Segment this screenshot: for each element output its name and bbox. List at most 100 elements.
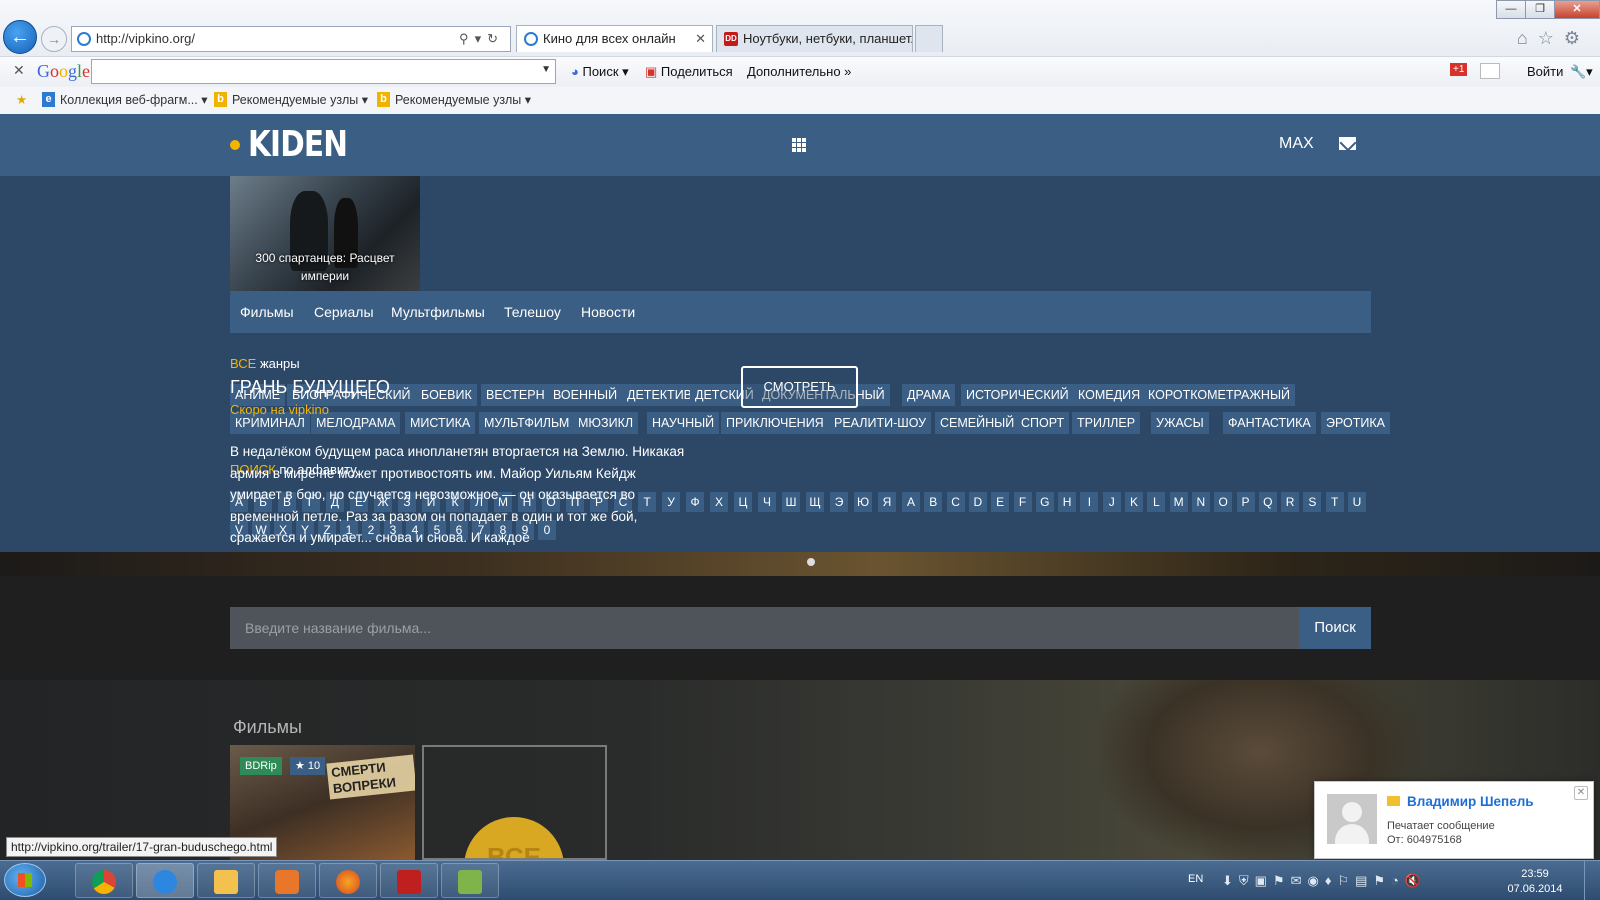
taskbar-chrome[interactable] (75, 863, 133, 898)
alphabet-letter[interactable]: Ч (758, 492, 776, 512)
close-tab-icon[interactable]: ✕ (695, 26, 706, 52)
featured-poster[interactable]: 300 спартанцев: Расцвет империи (230, 176, 420, 291)
film-card-all[interactable]: ВСЕ (422, 745, 607, 860)
taskbar-filezilla[interactable] (380, 863, 438, 898)
alphabet-letter[interactable]: C (946, 492, 965, 512)
favorites-item-suggested-1[interactable]: b Рекомендуемые узлы ▾ (212, 92, 368, 107)
genre-chip[interactable]: МИСТИКА (405, 412, 476, 434)
alphabet-letter[interactable]: J (1102, 492, 1121, 512)
genre-chip[interactable]: РЕАЛИТИ-ШОУ (829, 412, 932, 434)
close-toolbar-icon[interactable]: ✕ (13, 62, 25, 79)
address-bar[interactable]: http://vipkino.org/ ⚲▾↻ (71, 26, 511, 52)
start-button[interactable] (4, 863, 46, 897)
user-name[interactable]: MAX (1279, 135, 1314, 153)
alphabet-letter[interactable]: R (1281, 492, 1300, 512)
alphabet-letter[interactable]: Ю (854, 492, 872, 512)
genres-all-link[interactable]: ВСЕ (230, 356, 256, 371)
alphabet-letter[interactable]: G (1035, 492, 1054, 512)
genre-chip[interactable]: ТРИЛЛЕР (1072, 412, 1141, 434)
alphabet-letter[interactable]: T (1325, 492, 1344, 512)
language-indicator[interactable]: EN (1188, 873, 1203, 885)
watch-button[interactable]: СМОТРЕТЬ (741, 366, 858, 408)
alphabet-letter[interactable]: N (1191, 492, 1210, 512)
gplus-button[interactable]: +1 (1450, 63, 1468, 76)
show-desktop-button[interactable] (1584, 860, 1600, 900)
alphabet-letter[interactable]: B (924, 492, 943, 512)
alphabet-letter[interactable]: Я (878, 492, 896, 512)
maximize-button[interactable]: ❐ (1525, 0, 1555, 19)
close-icon[interactable]: ✕ (1574, 786, 1588, 800)
message-notification[interactable]: Владимир Шепель Печатает сообщение От: 6… (1314, 781, 1594, 859)
genre-chip[interactable]: СЕМЕЙНЫЙ (935, 412, 1020, 434)
slider-dot[interactable] (807, 558, 815, 566)
alphabet-letter[interactable]: O (1214, 492, 1233, 512)
refresh-icon[interactable]: ↻ (487, 31, 504, 46)
tab-second[interactable]: DD Ноутбуки, нетбуки, планшет... (716, 25, 913, 52)
genre-chip[interactable]: КОРОТКОМЕТРАЖНЫЙ (1143, 384, 1295, 406)
signin-button[interactable]: Войти (1527, 64, 1563, 79)
favorites-item-webslice[interactable]: e Коллекция веб-фрагм... ▾ (40, 92, 208, 107)
share-button[interactable]: ▣ Поделиться (645, 64, 733, 80)
alphabet-letter[interactable]: A (902, 492, 920, 512)
search-icon[interactable]: ⚲ (459, 31, 475, 46)
alphabet-letter[interactable]: I (1080, 492, 1099, 512)
forward-button[interactable]: → (41, 26, 67, 52)
alphabet-letter[interactable]: K (1125, 492, 1143, 512)
alphabet-letter[interactable]: Ш (782, 492, 800, 512)
genre-chip[interactable]: ПРИКЛЮЧЕНИЯ (721, 412, 829, 434)
taskbar-media-player[interactable] (258, 863, 316, 898)
new-tab-button[interactable] (915, 25, 943, 52)
taskbar-ie[interactable] (136, 863, 194, 898)
more-button[interactable]: Дополнительно » (747, 64, 851, 79)
alphabet-letter[interactable]: Q (1258, 492, 1277, 512)
genre-chip[interactable]: МУЛЬТФИЛЬМ (479, 412, 575, 434)
alphabet-letter[interactable]: P (1236, 492, 1255, 512)
genre-chip[interactable]: ВОЕННЫЙ (548, 384, 623, 406)
address-tools[interactable]: ⚲▾↻ (459, 27, 504, 51)
taskbar-explorer[interactable] (197, 863, 255, 898)
genre-chip[interactable]: СПОРТ (1016, 412, 1070, 434)
genre-chip[interactable]: ВЕСТЕРН (481, 384, 550, 406)
genre-chip[interactable]: ДЕТЕКТИВ (622, 384, 698, 406)
genre-chip[interactable]: МЮЗИКЛ (573, 412, 639, 434)
minimize-button[interactable]: — (1496, 0, 1526, 19)
tab-active[interactable]: Кино для всех онлайн ✕ (516, 25, 713, 52)
wrench-icon[interactable]: 🔧▾ (1570, 64, 1593, 80)
google-search-input[interactable]: ▼ (91, 59, 556, 84)
alphabet-letter[interactable]: Щ (806, 492, 824, 512)
alphabet-letter[interactable]: M (1169, 492, 1188, 512)
genre-chip[interactable]: ИСТОРИЧЕСКИЙ (961, 384, 1074, 406)
alphabet-letter[interactable]: D (968, 492, 987, 512)
menu-item-films[interactable]: Фильмы (240, 304, 294, 320)
genre-chip[interactable]: КОМЕДИЯ (1073, 384, 1146, 406)
genre-chip[interactable]: ДРАМА (902, 384, 956, 406)
slide-title[interactable]: ГРАНЬ БУДУЩЕГО (230, 377, 390, 398)
alphabet-letter[interactable]: U (1348, 492, 1366, 512)
genre-chip[interactable]: БОЕВИК (416, 384, 477, 406)
taskbar-installer[interactable] (441, 863, 499, 898)
home-icon[interactable]: ⌂ (1517, 28, 1538, 48)
clock[interactable]: 23:59 07.06.2014 (1505, 867, 1565, 897)
google-search-button[interactable]: ◕ Поиск ▾ (571, 64, 629, 80)
menu-item-cartoons[interactable]: Мультфильмы (391, 304, 485, 320)
mail-icon[interactable] (1339, 137, 1356, 150)
close-window-button[interactable]: ✕ (1554, 0, 1600, 19)
alphabet-letter[interactable]: S (1303, 492, 1322, 512)
notification-sender[interactable]: Владимир Шепель (1407, 794, 1534, 809)
alphabet-letter[interactable]: Ф (686, 492, 704, 512)
gplus-toggle[interactable] (1480, 63, 1500, 79)
genre-chip[interactable]: ЭРОТИКА (1321, 412, 1391, 434)
alphabet-letter[interactable]: Х (710, 492, 728, 512)
genre-chip[interactable]: НАУЧНЫЙ (647, 412, 720, 434)
film-search-button[interactable]: Поиск (1299, 607, 1371, 649)
alphabet-letter[interactable]: Ц (734, 492, 752, 512)
alphabet-letter[interactable]: Э (830, 492, 848, 512)
alphabet-letter[interactable]: L (1147, 492, 1166, 512)
taskbar-firefox[interactable] (319, 863, 377, 898)
menu-item-series[interactable]: Сериалы (314, 304, 374, 320)
back-button[interactable]: ← (3, 20, 37, 54)
favorites-star-icon[interactable]: ★ (16, 92, 27, 107)
genre-chip[interactable]: ФАНТАСТИКА (1223, 412, 1316, 434)
alphabet-letter[interactable]: H (1058, 492, 1077, 512)
star-icon[interactable]: ☆ (1538, 28, 1564, 48)
